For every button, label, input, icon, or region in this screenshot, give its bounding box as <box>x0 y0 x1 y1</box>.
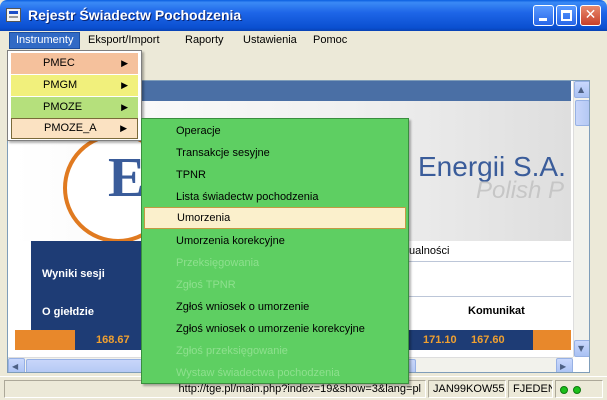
submenu-umorzenia-korekcyjne[interactable]: Umorzenia korekcyjne <box>144 230 406 252</box>
arrow-right-icon: ▶ <box>560 362 567 371</box>
vertical-scroll-thumb[interactable] <box>575 100 589 126</box>
dropdown-item-label: PMGM <box>43 79 78 91</box>
status-user: JAN99KOW55 <box>428 380 506 398</box>
menu-ustawienia[interactable]: Ustawienia <box>237 32 303 49</box>
dropdown-item-pmgm[interactable]: PMGM ▶ <box>11 75 138 96</box>
ticker-value: 171.10 <box>423 334 457 346</box>
ticker-accent <box>533 330 571 350</box>
submenu-zglos-tpnr: Zgłoś TPNR <box>176 279 236 291</box>
submenu-transakcje-sesyjne[interactable]: Transakcje sesyjne <box>144 142 406 164</box>
arrow-up-icon: ▲ <box>578 85 585 94</box>
maximize-button[interactable] <box>556 5 577 26</box>
title-bar[interactable]: Rejestr Świadectw Pochodzenia ✕ <box>0 0 607 31</box>
dropdown-item-label: PMEC <box>43 57 75 69</box>
dropdown-item-pmoze-a[interactable]: PMOZE_A ▶ <box>11 118 138 139</box>
connection-led-icon <box>573 386 581 394</box>
dropdown-item-pmec[interactable]: PMEC ▶ <box>11 53 138 74</box>
dropdown-item-pmoze[interactable]: PMOZE ▶ <box>11 97 138 118</box>
scroll-down-button[interactable]: ▼ <box>574 340 589 357</box>
app-icon[interactable] <box>6 8 21 22</box>
connection-led-icon <box>560 386 568 394</box>
minimize-button[interactable] <box>533 5 554 26</box>
scroll-left-button[interactable]: ◀ <box>8 358 25 372</box>
ticker-value: 168.67 <box>96 334 130 346</box>
aktualnosci-link[interactable]: tualności <box>406 245 449 257</box>
menu-instrumenty[interactable]: Instrumenty <box>9 32 81 49</box>
komunikat-heading: Komunikat <box>468 305 525 317</box>
menu-raporty[interactable]: Raporty <box>179 32 230 49</box>
maximize-icon <box>561 10 572 21</box>
dropdown-item-label: PMOZE_A <box>44 122 97 134</box>
dropdown-item-label: PMOZE <box>43 101 83 113</box>
instrumenty-dropdown: PMEC ▶ PMGM ▶ PMOZE ▶ PMOZE_A ▶ <box>7 50 142 141</box>
submenu-arrow-icon: ▶ <box>121 80 128 90</box>
close-icon: ✕ <box>584 7 597 23</box>
company-subtitle: Polish P <box>476 177 565 204</box>
minimize-icon <box>539 18 547 21</box>
submenu-tpnr[interactable]: TPNR <box>144 164 406 186</box>
menu-eksport-import[interactable]: Eksport/Import <box>82 32 166 49</box>
submenu-arrow-icon: ▶ <box>121 102 128 112</box>
submenu-zglos-przeksiegowanie: Zgłoś przeksięgowanie <box>176 345 288 357</box>
pmoze-a-submenu: Operacje Transakcje sesyjne TPNR Lista ś… <box>141 118 409 384</box>
submenu-umorzenia[interactable]: Umorzenia <box>144 207 406 229</box>
status-connection <box>555 380 603 398</box>
submenu-zglos-wniosek-korekcyjne[interactable]: Zgłoś wniosek o umorzenie korekcyjne <box>144 318 406 340</box>
vertical-scrollbar[interactable]: ▲ ▼ <box>573 81 589 357</box>
submenu-lista-swiadectw[interactable]: Lista świadectw pochodzenia <box>144 186 406 208</box>
close-button[interactable]: ✕ <box>580 5 601 26</box>
web-left-nav: Wyniki sesji O giełdzie <box>31 241 148 341</box>
submenu-arrow-icon: ▶ <box>121 58 128 68</box>
nav-o-gieldzie[interactable]: O giełdzie <box>42 306 94 318</box>
arrow-left-icon: ◀ <box>12 362 19 371</box>
submenu-wystaw-swiadectwa: Wystaw świadectwa pochodzenia <box>176 367 340 379</box>
menu-bar: Instrumenty Eksport/Import Raporty Ustaw… <box>0 31 607 50</box>
nav-wyniki-sesji[interactable]: Wyniki sesji <box>42 268 105 280</box>
logo-letter: E <box>108 147 146 209</box>
arrow-down-icon: ▼ <box>578 344 585 353</box>
submenu-przeksiegowania: Przeksięgowania <box>176 257 260 269</box>
submenu-operacje[interactable]: Operacje <box>144 120 406 142</box>
submenu-arrow-icon: ▶ <box>120 123 127 133</box>
window-title: Rejestr Świadectw Pochodzenia <box>28 7 242 23</box>
scroll-right-button[interactable]: ▶ <box>556 358 573 372</box>
menu-pomoc[interactable]: Pomoc <box>307 32 353 49</box>
ticker-accent <box>15 330 75 350</box>
status-unit: FJEDEN <box>508 380 553 398</box>
submenu-zglos-wniosek-umorzenie[interactable]: Zgłoś wniosek o umorzenie <box>144 296 406 318</box>
ticker-value: 167.60 <box>471 334 505 346</box>
scroll-up-button[interactable]: ▲ <box>574 81 589 98</box>
